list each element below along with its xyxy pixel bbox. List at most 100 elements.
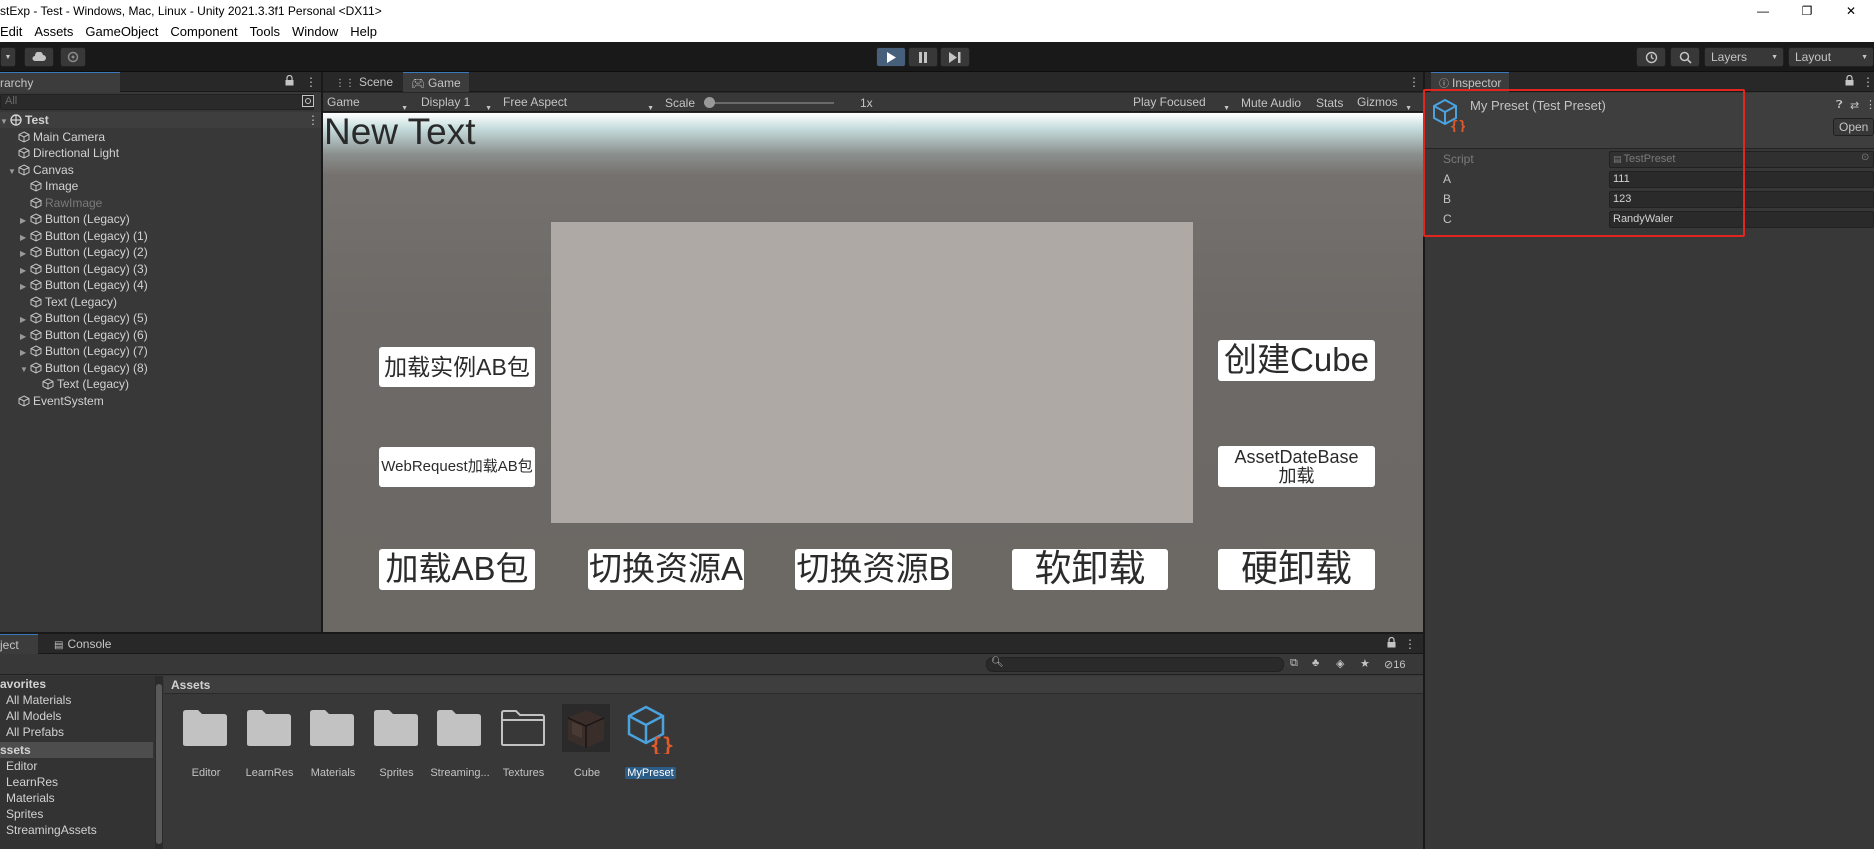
hierarchy-item[interactable]: ▼ Canvas — [8, 162, 74, 178]
assets-header[interactable]: ssets — [0, 742, 31, 758]
hierarchy-item[interactable]: ▶ Button (Legacy) (6) — [20, 327, 148, 343]
stats-toggle[interactable]: Stats — [1316, 96, 1343, 110]
more-options-icon[interactable]: ⋮ — [305, 75, 317, 89]
assetdatabase-load-button[interactable]: AssetDateBase 加载 — [1218, 446, 1375, 487]
hierarchy-item[interactable]: Text (Legacy) — [20, 294, 117, 310]
display-dropdown[interactable]: Display 1 — [417, 93, 497, 118]
hierarchy-item[interactable]: ▶ Button (Legacy) — [20, 211, 130, 227]
tree-sprites[interactable]: Sprites — [0, 806, 43, 822]
play-button[interactable] — [876, 47, 906, 67]
menu-gameobject[interactable]: GameObject — [79, 22, 164, 42]
hidden-packages-icon[interactable]: ⊘16 — [1384, 658, 1405, 671]
menu-tools[interactable]: Tools — [244, 22, 286, 42]
asset-tile[interactable]: Sprites — [365, 705, 429, 797]
asset-tile[interactable]: Editor — [174, 705, 238, 797]
load-instance-ab-button[interactable]: 加载实例AB包 — [379, 347, 535, 387]
account-dropdown[interactable]: ▼ — [0, 47, 16, 67]
hierarchy-item[interactable]: Main Camera — [8, 129, 105, 145]
history-button[interactable] — [1636, 47, 1666, 67]
load-ab-button[interactable]: 加载AB包 — [379, 549, 535, 590]
tab-console[interactable]: ▤ Console — [46, 634, 119, 654]
asset-tile[interactable]: Streaming... — [428, 705, 492, 797]
menu-component[interactable]: Component — [164, 22, 243, 42]
webrequest-ab-button[interactable]: WebRequest加载AB包 — [379, 447, 535, 487]
game-view-dropdown[interactable]: Game — [323, 93, 413, 118]
maximize-button[interactable]: ❐ — [1784, 0, 1830, 22]
tree-materials[interactable]: Materials — [0, 790, 55, 806]
breadcrumb[interactable]: Assets — [171, 678, 210, 692]
layout-dropdown[interactable]: Layout — [1788, 47, 1874, 67]
tree-scrollbar-thumb[interactable] — [156, 684, 162, 844]
game-more-icon[interactable]: ⋮ — [1408, 75, 1420, 89]
inspector-more-icon[interactable]: ⋮ — [1862, 75, 1874, 89]
hierarchy-item[interactable]: ▶ Button (Legacy) (5) — [20, 310, 148, 326]
project-search-input[interactable]: 🔍︎ — [986, 657, 1284, 672]
search-filter-icon[interactable] — [302, 95, 314, 110]
settings-icon[interactable]: ⇄ — [1850, 99, 1859, 112]
tab-hierarchy[interactable]: rarchy — [0, 72, 120, 92]
hierarchy-item[interactable]: EventSystem — [8, 393, 104, 409]
lock-icon[interactable] — [285, 74, 294, 89]
expand-arrow-icon[interactable]: ▼ — [20, 362, 30, 378]
menu-window[interactable]: Window — [286, 22, 344, 42]
hierarchy-item[interactable]: ▶ Button (Legacy) (7) — [20, 343, 148, 359]
hierarchy-item[interactable]: ▶ Button (Legacy) (3) — [20, 261, 148, 277]
soft-unload-button[interactable]: 软卸载 — [1012, 549, 1168, 590]
play-focused-dropdown[interactable]: Play Focused — [1129, 93, 1235, 118]
tab-project[interactable]: ject — [0, 634, 38, 654]
tab-scene[interactable]: ⋮⋮ Scene — [327, 72, 401, 92]
create-cube-button[interactable]: 创建Cube — [1218, 340, 1375, 381]
filter-by-type-icon[interactable]: ♣ — [1312, 657, 1319, 669]
asset-tile[interactable]: Cube — [555, 704, 619, 797]
cloud-button[interactable] — [24, 47, 54, 67]
open-button[interactable]: Open — [1833, 118, 1874, 136]
aspect-dropdown[interactable]: Free Aspect — [499, 93, 659, 118]
fav-all-models[interactable]: All Models — [0, 708, 61, 724]
scale-slider-handle[interactable] — [704, 97, 715, 108]
hierarchy-item[interactable]: ▼ Button (Legacy) (8) — [20, 360, 148, 376]
gizmos-dropdown[interactable]: Gizmos — [1353, 93, 1417, 118]
header-more-icon[interactable]: ⋮ — [1865, 98, 1874, 111]
hierarchy-item[interactable]: Text (Legacy) — [32, 376, 129, 392]
hard-unload-button[interactable]: 硬卸载 — [1218, 549, 1375, 590]
tree-editor[interactable]: Editor — [0, 758, 37, 774]
hierarchy-item[interactable]: ▶ Button (Legacy) (4) — [20, 277, 148, 293]
layers-dropdown[interactable]: Layers — [1704, 47, 1784, 67]
expand-arrow-icon[interactable]: ▼ — [8, 164, 18, 180]
tree-streamingassets[interactable]: StreamingAssets — [0, 822, 97, 838]
close-button[interactable]: ✕ — [1828, 0, 1874, 22]
hierarchy-item[interactable]: Image — [20, 178, 78, 194]
label-icon[interactable]: ◈ — [1336, 657, 1344, 670]
hierarchy-item[interactable]: ▶ Button (Legacy) (1) — [20, 228, 148, 244]
asset-tile[interactable]: Materials — [301, 705, 365, 797]
hierarchy-item[interactable]: ▼ Test — [0, 112, 49, 128]
hierarchy-item[interactable]: RawImage — [20, 195, 102, 211]
favorite-star-icon[interactable]: ★ — [1360, 657, 1370, 670]
tree-scrollbar[interactable] — [155, 676, 163, 849]
hierarchy-item[interactable]: Directional Light — [8, 145, 119, 161]
step-button[interactable] — [940, 47, 970, 67]
asset-tile[interactable]: {} MyPreset — [619, 705, 683, 797]
menu-assets[interactable]: Assets — [28, 22, 79, 42]
pause-button[interactable] — [908, 47, 938, 67]
object-picker-icon[interactable]: ⊙ — [1861, 152, 1869, 163]
menu-help[interactable]: Help — [344, 22, 383, 42]
fav-all-materials[interactable]: All Materials — [0, 692, 71, 708]
tab-game[interactable]: 🎮︎ Game — [403, 72, 469, 92]
help-icon[interactable]: ❓︎ — [1836, 99, 1843, 112]
minimize-button[interactable]: — — [1740, 0, 1786, 22]
scale-slider[interactable] — [704, 102, 834, 104]
project-more-icon[interactable]: ⋮ — [1404, 637, 1416, 651]
scene-more-icon[interactable]: ⋮ — [307, 113, 319, 127]
fav-all-prefabs[interactable]: All Prefabs — [0, 724, 64, 740]
switch-resource-a-button[interactable]: 切换资源A — [588, 549, 744, 590]
inspector-lock-icon[interactable] — [1845, 74, 1854, 89]
hierarchy-item[interactable]: ▶ Button (Legacy) (2) — [20, 244, 148, 260]
switch-resource-b-button[interactable]: 切换资源B — [795, 549, 952, 590]
hierarchy-search-input[interactable]: All — [0, 94, 314, 110]
project-lock-icon[interactable] — [1387, 636, 1396, 651]
menu-edit[interactable]: Edit — [0, 22, 28, 42]
mute-audio-toggle[interactable]: Mute Audio — [1241, 96, 1301, 110]
collab-button[interactable] — [60, 47, 86, 67]
search-by-type-icon[interactable]: ⧉ — [1290, 657, 1298, 670]
